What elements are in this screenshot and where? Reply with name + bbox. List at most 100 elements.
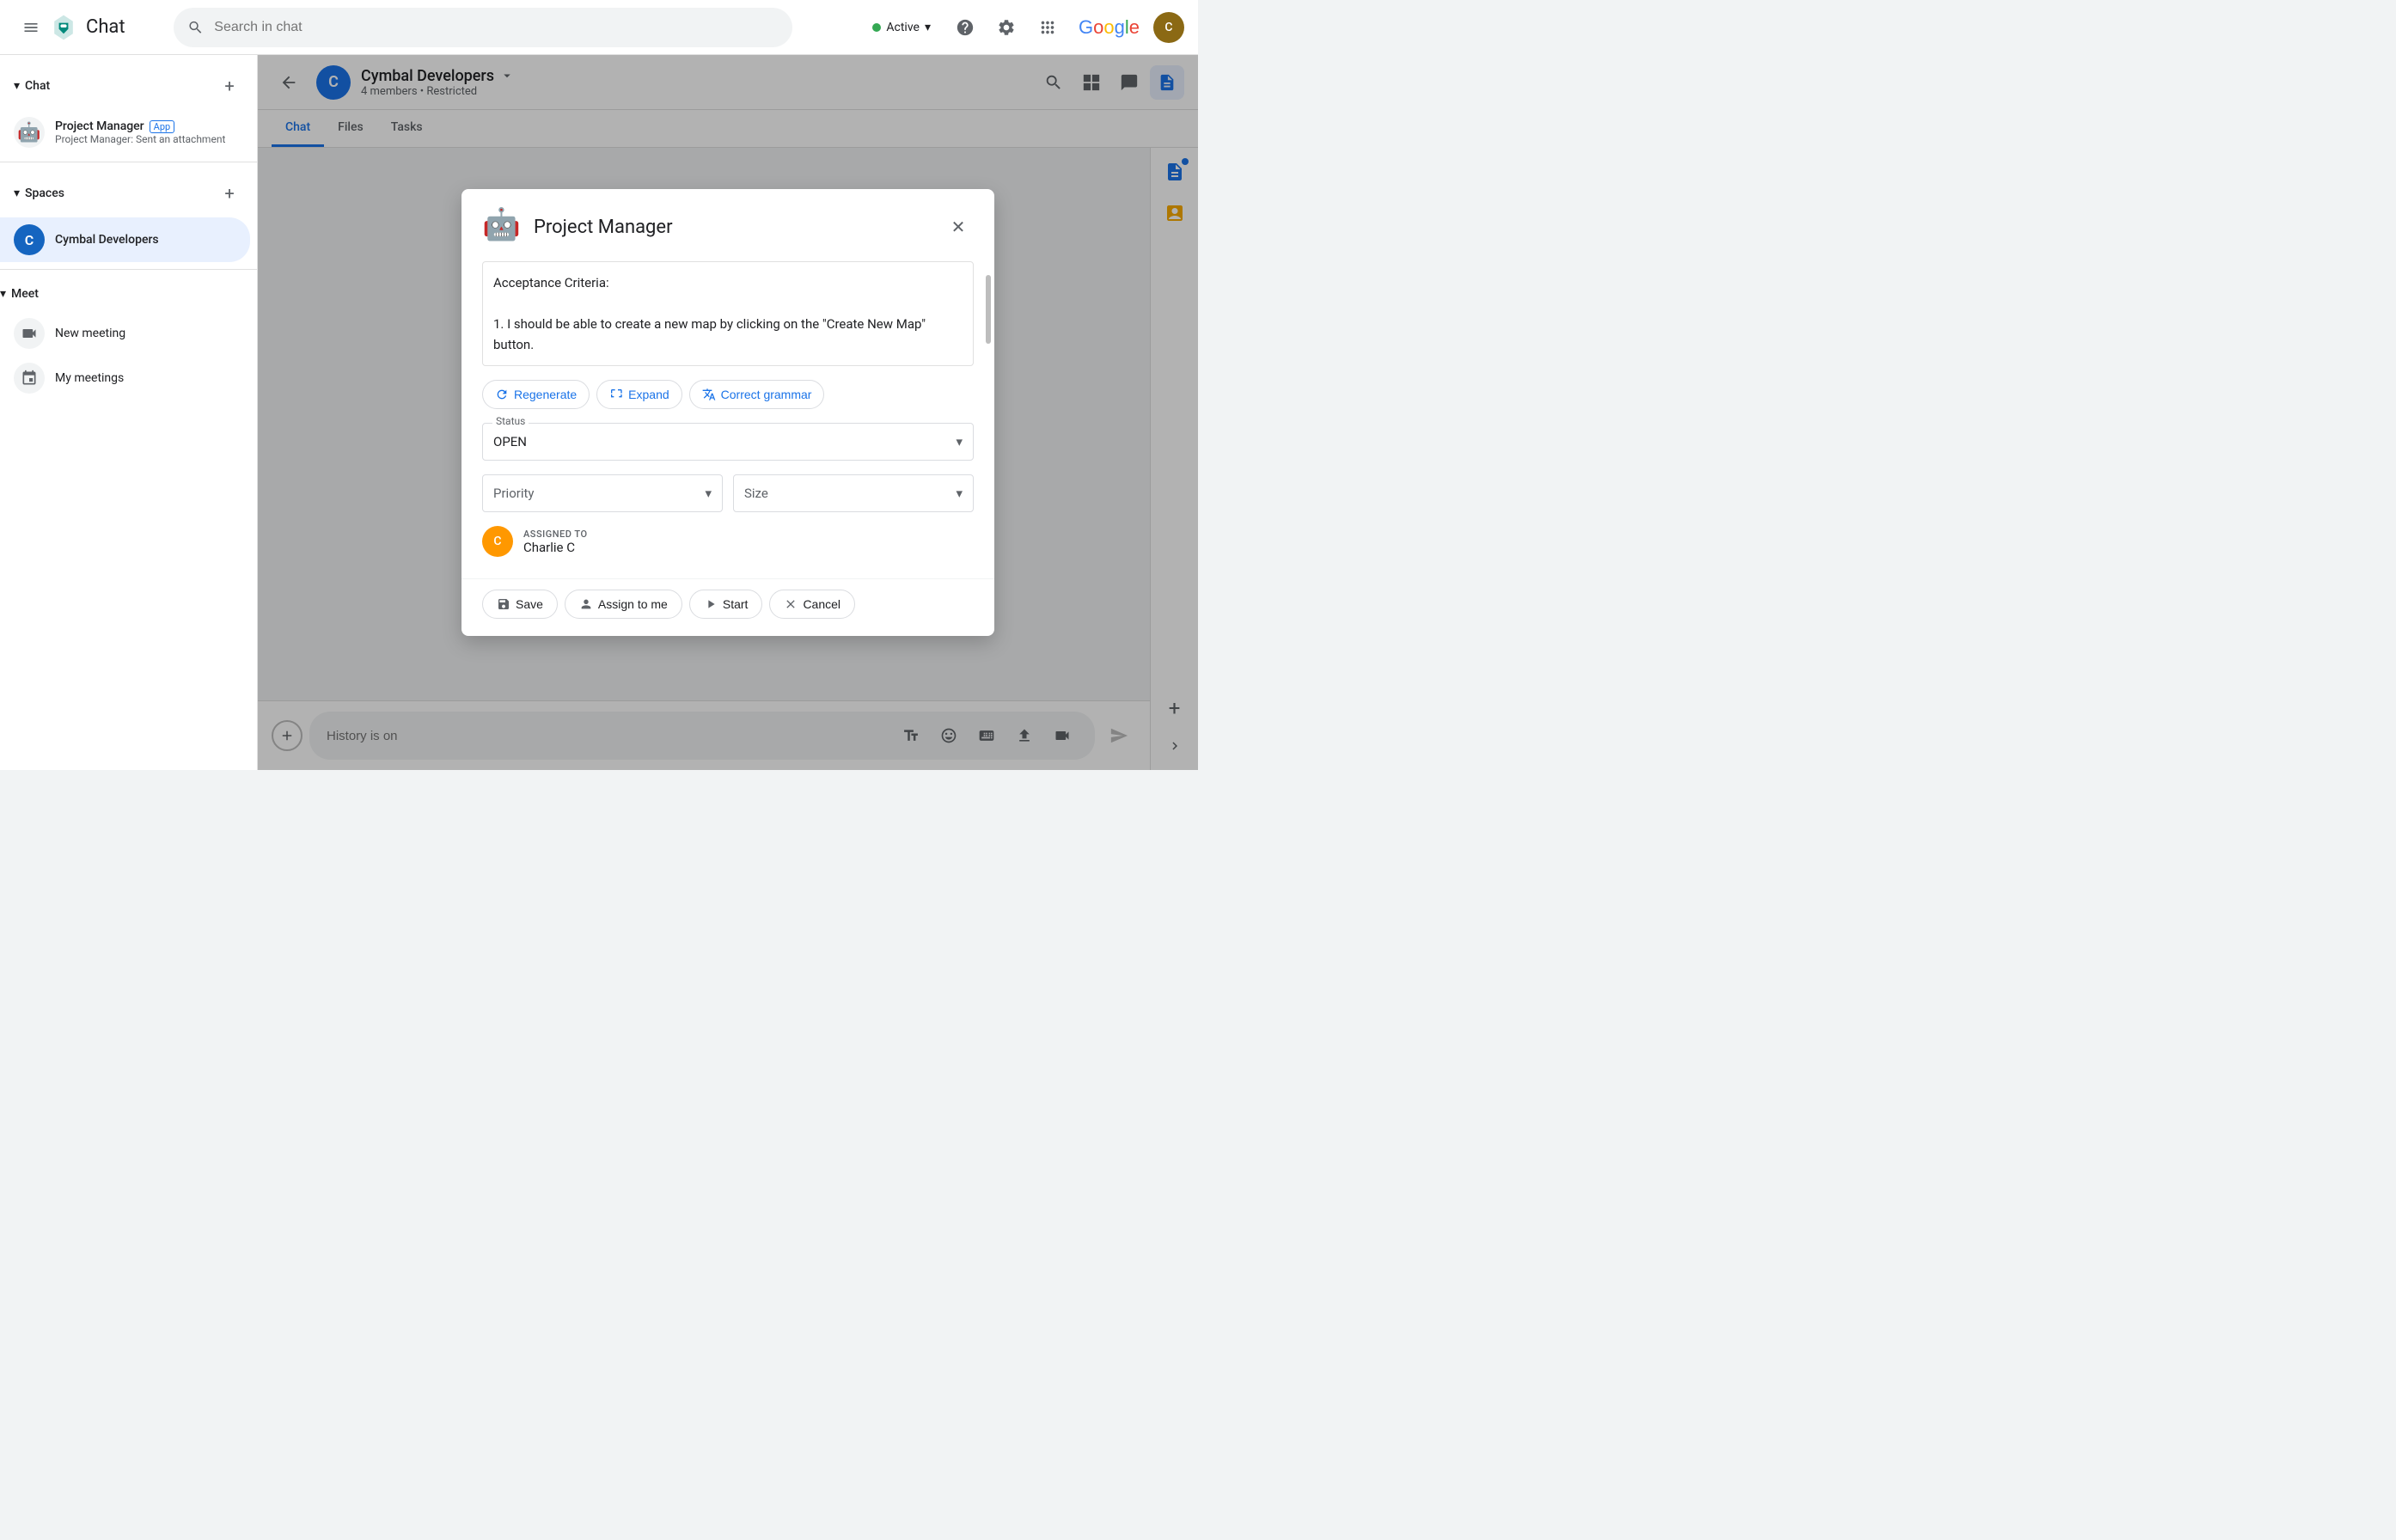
spaces-section: ▾ Spaces +	[0, 169, 257, 217]
my-meetings-icon	[14, 363, 45, 394]
expand-label: Expand	[628, 388, 669, 401]
action-buttons: Regenerate Expand Correct grammar	[482, 380, 974, 409]
spaces-section-header[interactable]: ▾ Spaces +	[14, 176, 243, 211]
status-label: Active	[886, 21, 920, 34]
cancel-label: Cancel	[803, 597, 840, 611]
assigned-avatar: C	[482, 526, 513, 557]
sidebar-item-cymbal-developers[interactable]: C Cymbal Developers	[0, 217, 250, 262]
scrollbar-thumb	[986, 275, 991, 344]
acceptance-criteria-heading: Acceptance Criteria: 1. I should be able…	[493, 272, 963, 355]
size-label: Size	[744, 486, 768, 501]
chat-section: ▾ Chat +	[0, 62, 257, 110]
search-input[interactable]	[214, 20, 779, 35]
save-button[interactable]: Save	[482, 590, 558, 619]
sidebar-item-subtitle: Project Manager: Sent an attachment	[55, 133, 236, 145]
assign-to-me-button[interactable]: Assign to me	[565, 590, 682, 619]
dialog-footer: Save Assign to me Start Cancel	[461, 578, 994, 636]
start-icon	[704, 597, 718, 611]
app-logo: Chat	[48, 12, 125, 43]
sidebar: ▾ Chat + 🤖 Project Manager App Project M…	[0, 55, 258, 770]
divider-2	[0, 269, 257, 270]
topbar: Chat Active ▾ Google C	[0, 0, 1198, 55]
meet-section: ▾ Meet	[0, 277, 257, 311]
status-label: Status	[492, 415, 529, 427]
add-space-button[interactable]: +	[216, 180, 243, 207]
status-field: Status OPEN ▾	[482, 423, 974, 461]
spaces-section-title: ▾ Spaces	[14, 186, 64, 200]
correct-grammar-button[interactable]: Correct grammar	[689, 380, 825, 409]
expand-button[interactable]: Expand	[596, 380, 682, 409]
priority-size-row: Priority ▾ Size ▾	[482, 474, 974, 512]
chevron-down-icon: ▾	[14, 79, 20, 93]
search-area	[174, 8, 792, 47]
start-label: Start	[723, 597, 749, 611]
main-layout: ▾ Chat + 🤖 Project Manager App Project M…	[0, 55, 1198, 770]
sidebar-item-badge: App	[150, 120, 175, 133]
sidebar-item-my-meetings[interactable]: My meetings	[0, 356, 250, 400]
meet-section-label: Meet	[11, 287, 39, 301]
assigned-to-label: ASSIGNED TO	[523, 529, 588, 540]
avatar[interactable]: C	[1153, 12, 1184, 43]
assign-to-me-icon	[579, 597, 593, 611]
google-logo: Google	[1079, 16, 1140, 39]
help-button[interactable]	[948, 10, 982, 45]
start-button[interactable]: Start	[689, 590, 763, 619]
new-meeting-icon	[14, 318, 45, 349]
cymbal-name: Cymbal Developers	[55, 233, 159, 247]
status-value: OPEN	[493, 434, 527, 449]
correct-grammar-label: Correct grammar	[721, 388, 812, 401]
expand-icon	[609, 388, 623, 401]
project-manager-avatar: 🤖	[14, 117, 45, 148]
sidebar-item-content: Project Manager App Project Manager: Sen…	[55, 119, 236, 145]
sidebar-item-name-row: Project Manager App	[55, 119, 236, 133]
dialog-overlay: 🤖 Project Manager ✕ Acceptance Criteria:…	[258, 55, 1198, 770]
project-manager-dialog: 🤖 Project Manager ✕ Acceptance Criteria:…	[461, 189, 994, 636]
content-wrapper: C Cymbal Developers 4 members • Restrict…	[258, 55, 1198, 770]
size-select[interactable]: Size ▾	[733, 474, 974, 512]
topbar-actions: Active ▾ Google C	[862, 10, 1184, 45]
sidebar-item-project-manager[interactable]: 🤖 Project Manager App Project Manager: S…	[0, 110, 250, 155]
sidebar-item-name: Project Manager	[55, 119, 144, 133]
settings-button[interactable]	[989, 10, 1024, 45]
apps-button[interactable]	[1030, 10, 1065, 45]
sidebar-item-new-meeting[interactable]: New meeting	[0, 311, 250, 356]
app-name-label: Chat	[86, 16, 125, 38]
status-dot	[872, 23, 881, 32]
add-chat-button[interactable]: +	[216, 72, 243, 100]
chat-section-label: Chat	[25, 79, 50, 93]
save-label: Save	[516, 597, 543, 611]
regenerate-icon	[495, 388, 509, 401]
dialog-scrollbar[interactable]	[986, 261, 991, 567]
chat-section-header[interactable]: ▾ Chat +	[14, 69, 243, 103]
assigned-info: ASSIGNED TO Charlie C	[523, 529, 588, 555]
search-icon	[187, 19, 204, 36]
chat-section-title: ▾ Chat	[14, 79, 50, 93]
menu-icon[interactable]	[14, 10, 48, 45]
cymbal-avatar: C	[14, 224, 45, 255]
dialog-header: 🤖 Project Manager ✕	[461, 189, 994, 261]
regenerate-button[interactable]: Regenerate	[482, 380, 590, 409]
dialog-close-button[interactable]: ✕	[943, 211, 974, 242]
assign-to-me-label: Assign to me	[598, 597, 668, 611]
assigned-name: Charlie C	[523, 540, 588, 555]
status-button[interactable]: Active ▾	[862, 15, 941, 40]
priority-chevron-icon: ▾	[705, 486, 712, 501]
cancel-icon	[784, 597, 798, 611]
cancel-button[interactable]: Cancel	[769, 590, 855, 619]
save-icon	[497, 597, 510, 611]
meet-section-title: ▾ Meet	[0, 287, 39, 301]
meet-section-header[interactable]: ▾ Meet	[0, 284, 257, 304]
regenerate-label: Regenerate	[514, 388, 577, 401]
dialog-title: Project Manager	[534, 217, 932, 238]
dialog-body: Acceptance Criteria: 1. I should be able…	[461, 261, 994, 578]
priority-label: Priority	[493, 486, 534, 501]
meet-chevron-icon: ▾	[0, 287, 6, 301]
correct-grammar-icon	[702, 388, 716, 401]
priority-select[interactable]: Priority ▾	[482, 474, 723, 512]
status-select[interactable]: OPEN ▾	[482, 423, 974, 461]
assigned-section: C ASSIGNED TO Charlie C	[482, 526, 974, 557]
status-chevron-icon: ▾	[925, 21, 931, 34]
spaces-chevron-icon: ▾	[14, 186, 20, 200]
status-chevron-icon: ▾	[956, 434, 963, 449]
search-box[interactable]	[174, 8, 792, 47]
